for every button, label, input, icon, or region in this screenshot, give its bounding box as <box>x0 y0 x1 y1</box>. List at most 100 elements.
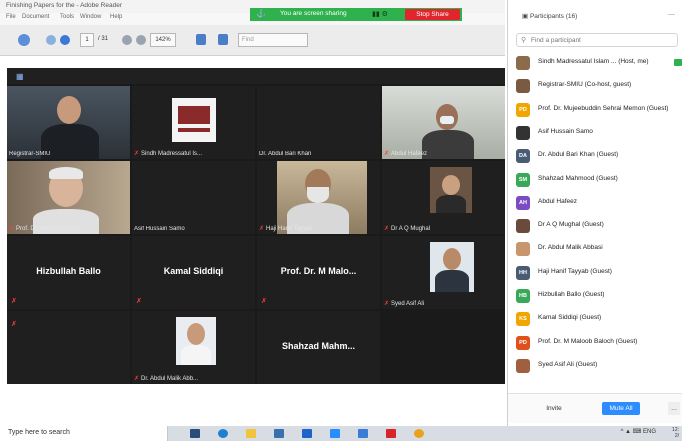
invite-button[interactable]: Invite <box>536 403 572 415</box>
participant-avatar: PD <box>516 335 530 350</box>
menu-window[interactable]: Window <box>80 14 101 20</box>
edge-icon[interactable] <box>218 429 228 438</box>
profile-body <box>181 345 211 365</box>
tile-name-label: Asif Hussain Samo <box>134 226 185 232</box>
page-number-input[interactable]: 1 <box>80 33 94 47</box>
video-tile[interactable]: ✗ Dr. Abdul Malik Abb... <box>132 311 255 384</box>
video-tile[interactable]: Kamal Siddiqi ✗ <box>132 236 255 309</box>
video-tile[interactable]: ✗ <box>7 311 130 384</box>
muted-mic-icon: ✗ <box>11 321 17 328</box>
menu-file[interactable]: File <box>6 14 16 20</box>
video-tile[interactable]: Asif Hussain Samo <box>132 161 255 234</box>
participant-head <box>57 96 81 124</box>
participant-avatar: PD <box>516 102 530 117</box>
participant-row[interactable]: Syed Asif Ali (Guest) <box>516 357 682 375</box>
tile-name-label: ✗ Syed Asif Ali <box>384 300 424 307</box>
video-tile[interactable]: Shahzad Mahm... <box>257 311 380 384</box>
profile-face <box>442 175 460 195</box>
mail-icon[interactable] <box>302 429 312 438</box>
participant-name: Asif Hussain Samo <box>538 127 593 135</box>
tile-name-text: Abdul Hafeez <box>391 151 428 157</box>
logo-building-shape <box>178 106 210 124</box>
participant-row[interactable]: Dr A Q Mughal (Guest) <box>516 217 682 235</box>
participant-row[interactable]: Asif Hussain Samo <box>516 124 682 142</box>
participant-row[interactable]: Dr. Abdul Malik Abbasi <box>516 240 682 258</box>
face-mask-shape <box>440 116 454 124</box>
participant-row[interactable]: SM Shahzad Mahmood (Guest) <box>516 171 682 189</box>
video-tile[interactable]: ✗ Prof. Dr. Mujeebuddin S... <box>7 161 130 234</box>
tile-name-center: Kamal Siddiqi <box>163 266 224 276</box>
university-logo-image <box>172 98 216 142</box>
participant-name: Dr. Abdul Bari Khan (Guest) <box>538 151 619 159</box>
participant-search-input[interactable] <box>531 35 671 45</box>
zoom-in-icon[interactable] <box>136 35 146 45</box>
store-icon[interactable] <box>274 429 284 438</box>
chrome-icon[interactable] <box>414 429 424 438</box>
clock[interactable]: 12: 2/ <box>672 427 679 439</box>
participant-avatar: KS <box>516 312 530 327</box>
participant-row[interactable]: PD Prof. Dr. M Maloob Baloch (Guest) <box>516 334 682 352</box>
zoom-out-icon[interactable] <box>122 35 132 45</box>
zoom-level-input[interactable]: 142% <box>150 33 176 47</box>
participant-search[interactable]: ⚲ <box>516 33 678 47</box>
profile-face <box>187 323 205 345</box>
video-tile[interactable]: ✗ Sindh Madressatul Is... <box>132 86 255 159</box>
video-tile[interactable]: Registrar-SMIU <box>7 86 130 159</box>
profile-picture <box>430 242 474 292</box>
participant-row[interactable]: HB Hizbullah Ballo (Guest) <box>516 287 682 305</box>
minimize-icon[interactable]: — <box>668 11 675 18</box>
acrobat-icon[interactable] <box>386 429 396 438</box>
previous-page-icon[interactable] <box>46 35 56 45</box>
participant-avatar: SM <box>516 172 530 187</box>
find-input[interactable]: Find <box>238 33 308 47</box>
participant-row[interactable]: AH Abdul Hafeez <box>516 194 682 212</box>
participant-row[interactable]: Sindh Madressatul Islam ... (Host, me) <box>516 54 682 72</box>
participant-row[interactable]: PD Prof. Dr. Mujeebuddin Sehrai Memon (Gu… <box>516 101 682 119</box>
participant-name: Registrar-SMIU (Co-host, guest) <box>538 81 632 89</box>
participant-beard <box>307 187 329 203</box>
participant-row[interactable]: HH Haji Hanif Tayyab (Guest) <box>516 264 682 282</box>
mute-all-button[interactable]: Mute All <box>602 402 640 415</box>
video-tile[interactable]: ✗ Haji Hanif Tayyab <box>257 161 380 234</box>
video-tile[interactable]: ✗ Dr A Q Mughal <box>382 161 505 234</box>
zoom-app-icon[interactable] <box>330 429 340 438</box>
menu-help[interactable]: Help <box>110 14 122 20</box>
clock-date: 2/ <box>674 433 679 439</box>
file-explorer-icon[interactable] <box>246 429 256 438</box>
menu-tools[interactable]: Tools <box>60 14 74 20</box>
fit-width-icon[interactable] <box>218 34 228 45</box>
more-options-button[interactable]: ... <box>668 402 680 415</box>
pin-icon[interactable]: ⚓ <box>256 9 266 18</box>
video-tile[interactable]: ✗ Syed Asif Ali <box>382 236 505 309</box>
tile-name-center: Shahzad Mahm... <box>281 341 355 351</box>
tile-name-label: ✗ Dr A Q Mughal <box>384 225 430 232</box>
gallery-view-icon[interactable]: ▦ <box>16 72 24 81</box>
next-page-icon[interactable] <box>60 35 70 45</box>
participant-name: Haji Hanif Tayyab (Guest) <box>538 267 612 275</box>
video-on-icon <box>674 59 682 66</box>
gallery-toolbar: ▦ <box>7 68 505 84</box>
participants-panel: ▣ Participants (16) — ⚲ Sindh Madressatu… <box>507 0 682 428</box>
task-view-icon[interactable] <box>190 429 200 438</box>
participants-header: ▣ Participants (16) — <box>508 0 682 30</box>
taskbar-search-box[interactable]: Type here to search <box>0 426 168 441</box>
video-tile[interactable]: Dr. Abdul Bari Khan <box>257 86 380 159</box>
system-tray[interactable]: ^ ▲ ⌨ ENG <box>621 428 656 435</box>
video-tile[interactable]: ✗ Abdul Hafeez <box>382 86 505 159</box>
participant-row[interactable]: DA Dr. Abdul Bari Khan (Guest) <box>516 147 682 165</box>
tile-name-text: Dr A Q Mughal <box>391 226 431 232</box>
participant-row[interactable]: Registrar-SMIU (Co-host, guest) <box>516 77 682 95</box>
sharing-controls-icon[interactable]: ▮▮ ⚙ <box>372 10 388 18</box>
video-tile[interactable]: Prof. Dr. M Malo... ✗ <box>257 236 380 309</box>
menu-document[interactable]: Document <box>22 14 49 20</box>
word-icon[interactable] <box>358 429 368 438</box>
video-tile[interactable]: Hizbullah Ballo ✗ <box>7 236 130 309</box>
fit-page-icon[interactable] <box>196 34 206 45</box>
stop-share-button[interactable]: Stop Share <box>405 9 460 20</box>
participant-name: Prof. Dr. M Maloob Baloch (Guest) <box>538 337 638 345</box>
muted-mic-icon: ✗ <box>259 226 265 232</box>
muted-mic-icon: ✗ <box>384 151 390 157</box>
page-total: / 31 <box>98 36 109 42</box>
participant-row[interactable]: KS Kamal Siddiqi (Guest) <box>516 310 682 328</box>
open-file-icon[interactable] <box>18 34 30 46</box>
